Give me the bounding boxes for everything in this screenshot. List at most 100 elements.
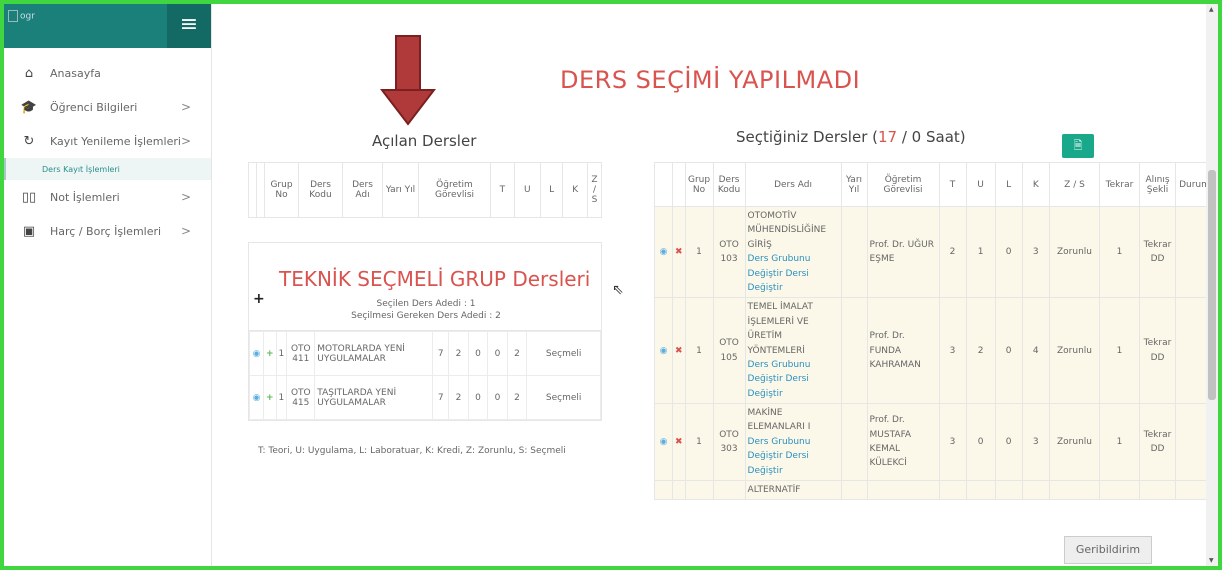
graduation-cap-icon: 🎓 — [20, 99, 38, 115]
cell-blank — [866, 480, 940, 501]
pdf-export-button[interactable]: 🗎 — [1062, 134, 1094, 158]
cell-t: 2 — [938, 205, 967, 299]
feedback-button[interactable]: Geribildirim — [1064, 536, 1152, 564]
cell-k: 3 — [1021, 403, 1051, 482]
view-eye-icon[interactable]: ◉ — [654, 205, 673, 299]
page-scrollbar[interactable]: ▲ ▼ — [1206, 4, 1218, 566]
pdf-icon: 🗎 — [1073, 139, 1083, 152]
course-name: MAKİNE ELEMANLARI I — [747, 408, 811, 433]
view-eye-icon[interactable]: ◉ — [654, 403, 673, 482]
scrollbar-thumb[interactable] — [1208, 170, 1216, 400]
cell-u: 0 — [965, 403, 996, 482]
cell-alinis: Tekrar DD — [1139, 297, 1176, 405]
view-eye-icon[interactable]: ◉ — [249, 331, 264, 376]
menu-toggle-button[interactable]: ≡ — [167, 4, 211, 48]
scroll-up-icon[interactable]: ▲ — [1209, 6, 1214, 13]
change-group-link[interactable]: Ders Grubunu — [748, 360, 811, 370]
cell-blank — [938, 480, 967, 501]
cell-kod: OTO 415 — [286, 375, 316, 420]
col-u: U — [513, 162, 541, 218]
col-grup-no: Grup No — [684, 162, 714, 207]
col-blank — [672, 162, 686, 207]
view-eye-icon[interactable]: ◉ — [654, 297, 673, 405]
acilan-dersler-heading: Açılan Dersler — [372, 132, 477, 150]
acilan-dersler-table: Grup No Ders Kodu Ders Adı Yarı Yıl Öğre… — [248, 162, 602, 218]
heading-suffix: / 0 Saat) — [897, 128, 966, 146]
money-icon: ▣ — [22, 223, 36, 239]
col-blank — [248, 162, 257, 218]
annotation-arrow — [380, 35, 436, 126]
change-group-link[interactable]: Ders Grubunu — [748, 254, 811, 264]
cell-t: 2 — [448, 375, 469, 420]
cell-blank — [994, 480, 1023, 501]
col-blank — [256, 162, 265, 218]
cell-zs: Zorunlu — [1049, 297, 1100, 405]
cell-blank — [654, 480, 673, 501]
cell-u: 2 — [965, 297, 996, 405]
book-icon: ▯▯ — [21, 189, 37, 205]
chevron-right-icon: > — [180, 134, 191, 148]
cell-grup: 1 — [275, 331, 288, 376]
col-l: L — [539, 162, 564, 218]
change-group-link[interactable]: Ders Grubunu — [748, 437, 811, 447]
cell-ad: MAKİNE ELEMANLARI I Ders Grubunu Değiştir … — [744, 403, 842, 482]
cell-l: 0 — [487, 331, 508, 376]
add-course-icon[interactable]: + — [263, 331, 277, 376]
remove-course-icon[interactable]: ✖ — [672, 403, 686, 482]
remove-course-icon[interactable]: ✖ — [672, 205, 686, 299]
cell-ad: ALTERNATİF — [744, 480, 842, 501]
sidebar-item-anasayfa[interactable]: ⌂ Anasayfa — [4, 56, 211, 90]
cell-tekrar: 1 — [1099, 403, 1140, 482]
view-eye-icon[interactable]: ◉ — [249, 375, 264, 420]
sidebar-item-kayit-yenileme[interactable]: ↻ Kayıt Yenileme İşlemleri > — [4, 124, 211, 158]
chevron-right-icon: > — [180, 224, 191, 238]
table-row: ALTERNATİF — [654, 480, 1214, 501]
cell-l: 0 — [994, 403, 1023, 482]
col-ogretim-gorevlisi: Öğretim Görevlisi — [866, 162, 940, 207]
home-icon: ⌂ — [24, 65, 34, 81]
col-ogretim-gorevlisi: Öğretim Görevlisi — [418, 162, 491, 218]
col-blank — [654, 162, 673, 207]
change-course-link[interactable]: Değiştir Dersi Değiştir — [748, 451, 809, 475]
cell-zs: Seçmeli — [526, 331, 601, 376]
table-row: ◉ + 1 OTO 411 MOTORLARDA YENİ UYGULAMALA… — [249, 331, 601, 376]
cell-yy — [840, 403, 868, 482]
table-row: ◉ ✖ 1 OTO 303 MAKİNE ELEMANLARI I Ders Gr… — [654, 403, 1214, 482]
sidebar-item-label: Not İşlemleri — [50, 190, 120, 204]
teknik-secmeli-header: + TEKNİK SEÇMELİ GRUP Dersleri Seçilen D… — [249, 243, 601, 331]
secilen-dersler-table: Grup No Ders Kodu Ders Adı Yarı Yıl Öğre… — [654, 162, 1214, 501]
cell-grup: 1 — [275, 375, 288, 420]
cell-kod: OTO 105 — [712, 297, 746, 405]
cell-ad: OTOMOTİV MÜHENDİSLİĞİNE GİRİŞ Ders Grubun… — [744, 205, 842, 299]
no-selection-warning: DERS SEÇİMİ YAPILMADI — [560, 66, 861, 94]
cell-blank — [1021, 480, 1051, 501]
broken-image-icon — [8, 10, 18, 22]
cell-yy: 7 — [432, 375, 450, 420]
secilmesi-gereken-ders-adedi: Seçilmesi Gereken Ders Adedi : 2 — [351, 311, 501, 321]
change-course-link[interactable]: Değiştir Dersi Değiştir — [748, 374, 809, 398]
cell-tekrar: 1 — [1099, 205, 1140, 299]
cell-ad: MOTORLARDA YENİ UYGULAMALAR — [314, 331, 434, 376]
secilen-dersler-heading: Seçtiğiniz Dersler (17 / 0 Saat) — [736, 128, 966, 146]
cell-blank — [672, 480, 686, 501]
sidebar-item-harc-borc[interactable]: ▣ Harç / Borç İşlemleri > — [4, 214, 211, 248]
sidebar-subitem-ders-kayit[interactable]: Ders Kayıt İşlemleri — [4, 158, 211, 180]
sidebar-item-label: Öğrenci Bilgileri — [50, 100, 138, 114]
cell-u: 0 — [467, 331, 489, 376]
logo: ogr — [8, 10, 35, 22]
teknik-secmeli-panel: + TEKNİK SEÇMELİ GRUP Dersleri Seçilen D… — [248, 242, 602, 421]
sidebar-item-not-islemleri[interactable]: ▯▯ Not İşlemleri > — [4, 180, 211, 214]
cell-ad: TAŞITLARDA YENİ UYGULAMALAR — [314, 375, 434, 420]
table-row: ◉ + 1 OTO 415 TAŞITLARDA YENİ UYGULAMALA… — [249, 375, 601, 420]
add-course-icon[interactable]: + — [263, 375, 277, 420]
cell-yy — [840, 297, 868, 405]
sidebar: ogr ≡ ⌂ Anasayfa 🎓 Öğrenci Bilgileri > ↻… — [4, 4, 212, 566]
col-ders-kodu: Ders Kodu — [298, 162, 343, 218]
col-k: K — [562, 162, 588, 218]
remove-course-icon[interactable]: ✖ — [672, 297, 686, 405]
cell-u: 1 — [965, 205, 996, 299]
change-course-link[interactable]: Değiştir Dersi Değiştir — [748, 269, 809, 293]
table-row: ◉ ✖ 1 OTO 103 OTOMOTİV MÜHENDİSLİĞİNE Gİ… — [654, 205, 1214, 299]
scroll-down-icon[interactable]: ▼ — [1209, 557, 1214, 564]
sidebar-item-ogrenci-bilgileri[interactable]: 🎓 Öğrenci Bilgileri > — [4, 90, 211, 124]
